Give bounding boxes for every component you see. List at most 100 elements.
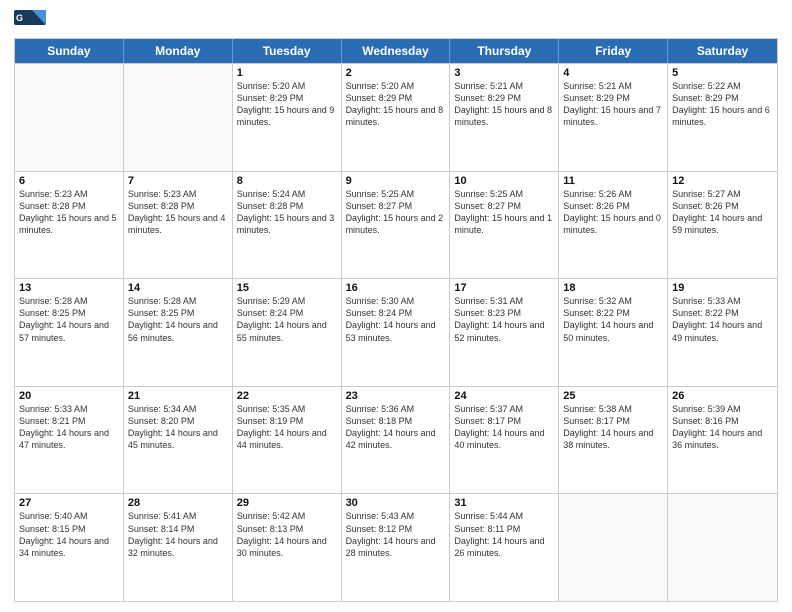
day-number: 12 (672, 175, 773, 187)
sunset-text: Sunset: 8:29 PM (563, 92, 663, 104)
day-number: 21 (128, 390, 228, 402)
day-cell-16: 16Sunrise: 5:30 AMSunset: 8:24 PMDayligh… (342, 279, 451, 386)
sunrise-text: Sunrise: 5:35 AM (237, 403, 337, 415)
day-cell-4: 4Sunrise: 5:21 AMSunset: 8:29 PMDaylight… (559, 64, 668, 171)
week-row-2: 6Sunrise: 5:23 AMSunset: 8:28 PMDaylight… (15, 171, 777, 279)
week-row-4: 20Sunrise: 5:33 AMSunset: 8:21 PMDayligh… (15, 386, 777, 494)
day-cell-17: 17Sunrise: 5:31 AMSunset: 8:23 PMDayligh… (450, 279, 559, 386)
sunrise-text: Sunrise: 5:21 AM (454, 80, 554, 92)
header-day-friday: Friday (559, 39, 668, 63)
sunrise-text: Sunrise: 5:40 AM (19, 510, 119, 522)
sunset-text: Sunset: 8:15 PM (19, 523, 119, 535)
sunrise-text: Sunrise: 5:28 AM (128, 295, 228, 307)
day-cell-10: 10Sunrise: 5:25 AMSunset: 8:27 PMDayligh… (450, 172, 559, 279)
daylight-text: Daylight: 14 hours and 50 minutes. (563, 319, 663, 343)
sunrise-text: Sunrise: 5:21 AM (563, 80, 663, 92)
day-cell-1: 1Sunrise: 5:20 AMSunset: 8:29 PMDaylight… (233, 64, 342, 171)
header: G (14, 10, 778, 32)
sunset-text: Sunset: 8:13 PM (237, 523, 337, 535)
sunrise-text: Sunrise: 5:32 AM (563, 295, 663, 307)
daylight-text: Daylight: 14 hours and 47 minutes. (19, 427, 119, 451)
daylight-text: Daylight: 15 hours and 8 minutes. (454, 104, 554, 128)
day-cell-11: 11Sunrise: 5:26 AMSunset: 8:26 PMDayligh… (559, 172, 668, 279)
day-cell-29: 29Sunrise: 5:42 AMSunset: 8:13 PMDayligh… (233, 494, 342, 601)
day-cell-5: 5Sunrise: 5:22 AMSunset: 8:29 PMDaylight… (668, 64, 777, 171)
sunrise-text: Sunrise: 5:43 AM (346, 510, 446, 522)
sunrise-text: Sunrise: 5:41 AM (128, 510, 228, 522)
sunset-text: Sunset: 8:27 PM (454, 200, 554, 212)
daylight-text: Daylight: 15 hours and 4 minutes. (128, 212, 228, 236)
daylight-text: Daylight: 14 hours and 45 minutes. (128, 427, 228, 451)
logo-icon: G (14, 10, 46, 32)
page: G SundayMondayTuesdayWednesdayThursdayFr… (0, 0, 792, 612)
daylight-text: Daylight: 14 hours and 34 minutes. (19, 535, 119, 559)
sunrise-text: Sunrise: 5:38 AM (563, 403, 663, 415)
daylight-text: Daylight: 14 hours and 56 minutes. (128, 319, 228, 343)
sunset-text: Sunset: 8:11 PM (454, 523, 554, 535)
sunset-text: Sunset: 8:29 PM (237, 92, 337, 104)
day-number: 19 (672, 282, 773, 294)
day-cell-15: 15Sunrise: 5:29 AMSunset: 8:24 PMDayligh… (233, 279, 342, 386)
sunset-text: Sunset: 8:27 PM (346, 200, 446, 212)
daylight-text: Daylight: 14 hours and 57 minutes. (19, 319, 119, 343)
sunset-text: Sunset: 8:21 PM (19, 415, 119, 427)
sunrise-text: Sunrise: 5:33 AM (672, 295, 773, 307)
daylight-text: Daylight: 14 hours and 52 minutes. (454, 319, 554, 343)
sunrise-text: Sunrise: 5:23 AM (19, 188, 119, 200)
calendar-header: SundayMondayTuesdayWednesdayThursdayFrid… (15, 39, 777, 63)
day-number: 17 (454, 282, 554, 294)
sunset-text: Sunset: 8:28 PM (19, 200, 119, 212)
sunset-text: Sunset: 8:12 PM (346, 523, 446, 535)
sunset-text: Sunset: 8:29 PM (454, 92, 554, 104)
header-day-thursday: Thursday (450, 39, 559, 63)
logo: G (14, 10, 48, 32)
day-cell-7: 7Sunrise: 5:23 AMSunset: 8:28 PMDaylight… (124, 172, 233, 279)
daylight-text: Daylight: 15 hours and 5 minutes. (19, 212, 119, 236)
day-number: 10 (454, 175, 554, 187)
day-number: 11 (563, 175, 663, 187)
day-cell-31: 31Sunrise: 5:44 AMSunset: 8:11 PMDayligh… (450, 494, 559, 601)
sunset-text: Sunset: 8:16 PM (672, 415, 773, 427)
day-cell-30: 30Sunrise: 5:43 AMSunset: 8:12 PMDayligh… (342, 494, 451, 601)
day-cell-21: 21Sunrise: 5:34 AMSunset: 8:20 PMDayligh… (124, 387, 233, 494)
sunrise-text: Sunrise: 5:22 AM (672, 80, 773, 92)
day-cell-24: 24Sunrise: 5:37 AMSunset: 8:17 PMDayligh… (450, 387, 559, 494)
header-day-saturday: Saturday (668, 39, 777, 63)
day-cell-3: 3Sunrise: 5:21 AMSunset: 8:29 PMDaylight… (450, 64, 559, 171)
sunset-text: Sunset: 8:26 PM (563, 200, 663, 212)
header-day-sunday: Sunday (15, 39, 124, 63)
daylight-text: Daylight: 14 hours and 36 minutes. (672, 427, 773, 451)
sunrise-text: Sunrise: 5:34 AM (128, 403, 228, 415)
day-number: 23 (346, 390, 446, 402)
sunrise-text: Sunrise: 5:31 AM (454, 295, 554, 307)
day-number: 28 (128, 497, 228, 509)
empty-cell (559, 494, 668, 601)
daylight-text: Daylight: 14 hours and 55 minutes. (237, 319, 337, 343)
sunset-text: Sunset: 8:17 PM (454, 415, 554, 427)
day-number: 29 (237, 497, 337, 509)
sunrise-text: Sunrise: 5:42 AM (237, 510, 337, 522)
sunrise-text: Sunrise: 5:33 AM (19, 403, 119, 415)
calendar: SundayMondayTuesdayWednesdayThursdayFrid… (14, 38, 778, 602)
day-cell-20: 20Sunrise: 5:33 AMSunset: 8:21 PMDayligh… (15, 387, 124, 494)
header-day-monday: Monday (124, 39, 233, 63)
day-number: 9 (346, 175, 446, 187)
day-number: 1 (237, 67, 337, 79)
daylight-text: Daylight: 14 hours and 26 minutes. (454, 535, 554, 559)
day-cell-25: 25Sunrise: 5:38 AMSunset: 8:17 PMDayligh… (559, 387, 668, 494)
day-cell-22: 22Sunrise: 5:35 AMSunset: 8:19 PMDayligh… (233, 387, 342, 494)
daylight-text: Daylight: 15 hours and 0 minutes. (563, 212, 663, 236)
sunrise-text: Sunrise: 5:24 AM (237, 188, 337, 200)
sunrise-text: Sunrise: 5:25 AM (346, 188, 446, 200)
sunrise-text: Sunrise: 5:37 AM (454, 403, 554, 415)
day-number: 26 (672, 390, 773, 402)
day-cell-13: 13Sunrise: 5:28 AMSunset: 8:25 PMDayligh… (15, 279, 124, 386)
day-number: 6 (19, 175, 119, 187)
day-number: 3 (454, 67, 554, 79)
sunset-text: Sunset: 8:24 PM (346, 307, 446, 319)
sunrise-text: Sunrise: 5:28 AM (19, 295, 119, 307)
day-number: 5 (672, 67, 773, 79)
sunrise-text: Sunrise: 5:30 AM (346, 295, 446, 307)
day-cell-27: 27Sunrise: 5:40 AMSunset: 8:15 PMDayligh… (15, 494, 124, 601)
daylight-text: Daylight: 15 hours and 3 minutes. (237, 212, 337, 236)
